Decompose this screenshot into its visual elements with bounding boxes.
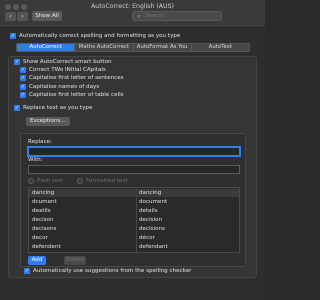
chevron-left-icon: ‹ xyxy=(9,13,12,20)
window-title: AutoCorrect: English (AUS) xyxy=(91,3,174,10)
table-row[interactable]: deatils details xyxy=(29,207,239,215)
with-cell: dancing xyxy=(139,190,162,196)
correct-two-caps-checkbox[interactable]: ✓ xyxy=(20,67,26,73)
replace-cell: decison xyxy=(32,217,54,223)
table-row[interactable]: dancing dancing xyxy=(29,189,239,197)
use-suggestions-label: Automatically use suggestions from the s… xyxy=(33,268,192,274)
correct-two-caps-label: Correct TWo INitial CApitals xyxy=(29,67,106,73)
exceptions-button[interactable]: Exceptions… xyxy=(26,117,70,126)
show-all-button[interactable]: Show All xyxy=(32,11,62,21)
table-row[interactable]: defendent defendant xyxy=(29,243,239,251)
capitalise-days-checkbox[interactable]: ✓ xyxy=(20,84,26,90)
tab-autoformat[interactable]: AutoFormat As You Type xyxy=(133,44,192,51)
plain-text-radio[interactable] xyxy=(28,178,34,184)
table-row[interactable]: dcument document xyxy=(29,198,239,206)
back-button[interactable]: ‹ xyxy=(5,12,16,21)
add-button[interactable]: Add xyxy=(28,256,46,265)
with-field-label: With: xyxy=(28,157,43,163)
checkmark-icon: ✓ xyxy=(14,105,20,111)
auto-correct-label: Automatically correct spelling and forma… xyxy=(19,33,181,39)
checkmark-icon: ✓ xyxy=(20,67,26,73)
with-cell: details xyxy=(139,208,158,214)
table-row[interactable]: decison decision xyxy=(29,216,239,224)
replace-cell: defendent xyxy=(32,244,61,250)
search-icon: ⌕ xyxy=(137,13,141,20)
capitalise-table-cells-label: Capitalise first letter of table cells xyxy=(29,92,124,98)
with-cell: decision xyxy=(139,217,163,223)
formatted-text-radio[interactable] xyxy=(77,178,83,184)
capitalise-table-cells-checkbox[interactable]: ✓ xyxy=(20,92,26,98)
with-input[interactable] xyxy=(28,165,240,174)
search-input[interactable] xyxy=(145,12,219,20)
replace-cell: deatils xyxy=(32,208,51,214)
plain-text-label: Plain text xyxy=(37,178,64,184)
checkmark-icon: ✓ xyxy=(24,268,30,274)
capitalise-days-label: Capitalise names of days xyxy=(29,84,100,90)
search-field[interactable]: ⌕ xyxy=(132,11,222,21)
checkmark-icon: ✓ xyxy=(20,75,26,81)
replace-cell: dancing xyxy=(32,190,55,196)
tab-bar: AutoCorrect Maths AutoCorrect AutoFormat… xyxy=(16,43,250,52)
replace-cell: dcument xyxy=(32,199,57,205)
table-row[interactable]: decisons decisions xyxy=(29,225,239,233)
replace-text-checkbox[interactable]: ✓ xyxy=(14,105,20,111)
forward-button[interactable]: › xyxy=(17,12,28,21)
checkmark-icon: ✓ xyxy=(20,92,26,98)
with-cell: defendant xyxy=(139,244,168,250)
replace-cell: decor xyxy=(32,235,48,241)
checkmark-icon: ✓ xyxy=(20,84,26,90)
capitalise-sentences-label: Capitalise first letter of sentences xyxy=(29,75,124,81)
chevron-right-icon: › xyxy=(21,13,24,20)
tab-autocorrect[interactable]: AutoCorrect xyxy=(17,44,76,51)
auto-correct-checkbox[interactable]: ✓ xyxy=(10,33,16,39)
replace-text-label: Replace text as you type xyxy=(23,105,93,111)
delete-button[interactable]: Delete xyxy=(64,256,86,265)
show-smart-button-label: Show AutoCorrect smart button xyxy=(23,59,112,65)
title-bar: AutoCorrect: English (AUS) ‹ › Show All … xyxy=(0,0,265,28)
with-cell: decisions xyxy=(139,226,165,232)
tab-autotext[interactable]: AutoText xyxy=(191,44,249,51)
table-row[interactable]: decor décor xyxy=(29,234,239,242)
capitalise-sentences-checkbox[interactable]: ✓ xyxy=(20,75,26,81)
replacement-table[interactable]: dancing dancing dcument document deatils… xyxy=(28,187,240,253)
checkmark-icon: ✓ xyxy=(14,59,20,65)
show-smart-button-checkbox[interactable]: ✓ xyxy=(14,59,20,65)
checkmark-icon: ✓ xyxy=(10,33,16,39)
formatted-text-label: Formatted text xyxy=(86,178,128,184)
replace-field-label: Replace: xyxy=(28,139,53,145)
with-cell: document xyxy=(139,199,168,205)
replace-input[interactable] xyxy=(28,147,240,156)
autocorrect-window: AutoCorrect: English (AUS) ‹ › Show All … xyxy=(0,0,265,300)
tab-maths-autocorrect[interactable]: Maths AutoCorrect xyxy=(75,44,134,51)
with-cell: décor xyxy=(139,235,155,241)
use-suggestions-checkbox[interactable]: ✓ xyxy=(24,268,30,274)
replace-cell: decisons xyxy=(32,226,57,232)
